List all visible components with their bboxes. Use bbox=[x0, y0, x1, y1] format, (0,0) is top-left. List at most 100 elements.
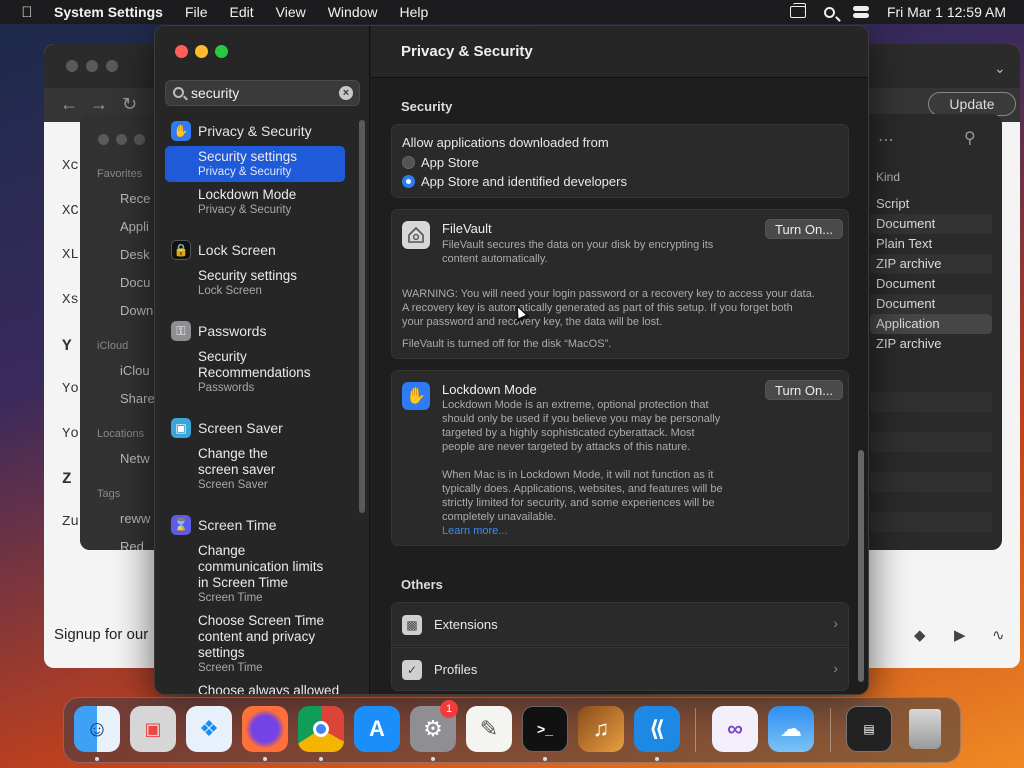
main-scrollbar-thumb[interactable] bbox=[858, 450, 864, 682]
spotlight-search-icon[interactable] bbox=[823, 6, 835, 18]
browser-zoom-dot[interactable] bbox=[106, 60, 118, 72]
visual-studio-icon[interactable]: ∞ bbox=[712, 706, 758, 752]
browser-close-dot[interactable] bbox=[66, 60, 78, 72]
finder-fav-item[interactable]: Down bbox=[120, 303, 153, 318]
radio-app-store-developers-label[interactable]: App Store and identified developers bbox=[421, 174, 627, 189]
sidebar-result-security-recommendations[interactable]: Security Recommendations Passwords bbox=[165, 346, 345, 398]
minimized-window-icon[interactable]: ▤ bbox=[846, 706, 892, 752]
kind-row[interactable]: ZIP archive bbox=[870, 334, 992, 354]
lockdown-turn-on-button[interactable]: Turn On... bbox=[765, 380, 844, 400]
rss-icon[interactable]: ∿ bbox=[992, 626, 1005, 644]
menubar-clock[interactable]: Fri Mar 1 12:59 AM bbox=[887, 4, 1006, 20]
sidebar-category-screen-time[interactable]: ⌛ Screen Time bbox=[171, 514, 277, 536]
kind-row[interactable]: Application bbox=[870, 314, 992, 334]
finder-close-dot[interactable] bbox=[98, 134, 109, 145]
sidebar-result-always-allowed[interactable]: Choose always allowed bbox=[165, 680, 345, 694]
vscode-icon[interactable]: ⟪ bbox=[634, 706, 680, 752]
update-button[interactable]: Update bbox=[928, 92, 1016, 116]
main-scrollbar[interactable] bbox=[858, 110, 864, 688]
kind-row[interactable]: ZIP archive bbox=[870, 254, 992, 274]
sidebar-category-lock-screen[interactable]: 🔒 Lock Screen bbox=[171, 239, 276, 261]
hourglass-icon: ⌛ bbox=[171, 515, 191, 535]
app-store-icon[interactable]: A bbox=[354, 706, 400, 752]
textedit-icon[interactable]: ✎ bbox=[466, 706, 512, 752]
menu-edit[interactable]: Edit bbox=[230, 4, 254, 20]
forward-arrow-icon[interactable]: → bbox=[90, 94, 108, 115]
finder-icloud-item[interactable]: Share bbox=[120, 391, 155, 406]
firefox-icon[interactable] bbox=[242, 706, 288, 752]
menu-app-name[interactable]: System Settings bbox=[54, 4, 163, 20]
search-icon bbox=[173, 87, 184, 98]
search-input[interactable] bbox=[191, 84, 331, 102]
apple-menu-icon[interactable]:  bbox=[18, 4, 36, 21]
sidebar-category-privacy-security[interactable]: ✋ Privacy & Security bbox=[171, 120, 312, 142]
finder-min-dot[interactable] bbox=[116, 134, 127, 145]
kind-row[interactable]: Script bbox=[870, 194, 992, 214]
clear-search-icon[interactable]: × bbox=[339, 86, 353, 100]
profiles-checkmark-icon: ✓ bbox=[402, 660, 422, 680]
trash-icon[interactable] bbox=[902, 706, 948, 752]
finder-icloud-item[interactable]: iClou bbox=[120, 363, 150, 378]
finder-tag-item[interactable]: Red bbox=[120, 539, 144, 550]
sidebar-category-label: Lock Screen bbox=[198, 242, 276, 258]
settings-search-field[interactable]: × bbox=[165, 80, 360, 106]
kind-row[interactable]: Document bbox=[870, 274, 992, 294]
finder-tag-item[interactable]: reww bbox=[120, 511, 150, 526]
kind-row[interactable]: Document bbox=[870, 214, 992, 234]
sidebar-result-lock-screen-security[interactable]: Security settings Lock Screen bbox=[165, 265, 345, 301]
sidebar-category-screen-saver[interactable]: ▣ Screen Saver bbox=[171, 417, 283, 439]
back-arrow-icon[interactable]: ← bbox=[60, 94, 78, 115]
extensions-row[interactable]: ▩ Extensions › bbox=[391, 602, 849, 646]
chevron-down-icon[interactable]: ⌄ bbox=[994, 60, 1006, 77]
sidebar-category-label: Screen Time bbox=[198, 517, 277, 533]
zoom-button[interactable] bbox=[215, 45, 228, 58]
finder-location-item[interactable]: Netw bbox=[120, 451, 150, 466]
sidebar-result-security-settings[interactable]: Security settings Privacy & Security bbox=[165, 146, 345, 182]
finder-search-icon[interactable]: ⚲ bbox=[964, 128, 976, 148]
menu-view[interactable]: View bbox=[276, 4, 306, 20]
kind-column-header[interactable]: Kind bbox=[870, 170, 1002, 184]
notification-badge: 1 bbox=[440, 700, 458, 718]
extensions-icon: ▩ bbox=[402, 615, 422, 635]
system-settings-icon[interactable]: ⚙ 1 bbox=[410, 700, 458, 752]
finder-favorites-header: Favorites bbox=[97, 168, 143, 180]
sidebar-category-passwords[interactable]: ⚿ Passwords bbox=[171, 320, 266, 342]
filevault-turn-on-button[interactable]: Turn On... bbox=[765, 219, 844, 239]
finder-zoom-dot[interactable] bbox=[134, 134, 145, 145]
kind-row[interactable]: Document bbox=[870, 294, 992, 314]
weather-icon[interactable]: ☁ bbox=[768, 706, 814, 752]
youtube-icon[interactable]: ▶ bbox=[954, 626, 966, 644]
menu-file[interactable]: File bbox=[185, 4, 208, 20]
sidebar-result-lockdown-mode[interactable]: Lockdown Mode Privacy & Security bbox=[165, 184, 345, 220]
menu-window[interactable]: Window bbox=[328, 4, 378, 20]
finder-more-icon[interactable]: ⋯ bbox=[878, 130, 894, 150]
safari-icon[interactable]: ❖ bbox=[186, 706, 232, 752]
control-center-icon[interactable] bbox=[852, 6, 869, 18]
finder-fav-item[interactable]: Rece bbox=[120, 191, 150, 206]
reload-icon[interactable]: ↻ bbox=[122, 94, 137, 115]
close-button[interactable] bbox=[175, 45, 188, 58]
window-switcher-icon[interactable] bbox=[789, 3, 806, 18]
finder-icon[interactable]: ☺ bbox=[74, 706, 120, 752]
sidebar-result-communication-limits[interactable]: Change communication limits in Screen Ti… bbox=[165, 540, 345, 608]
sidebar-scrollbar[interactable] bbox=[359, 120, 365, 513]
chrome-icon[interactable] bbox=[298, 706, 344, 752]
sidebar-result-content-privacy[interactable]: Choose Screen Time content and privacy s… bbox=[165, 610, 345, 678]
finder-fav-item[interactable]: Docu bbox=[120, 275, 150, 290]
minimize-button[interactable] bbox=[195, 45, 208, 58]
twitter-icon[interactable]: ◆ bbox=[914, 626, 926, 644]
terminal-icon[interactable]: >_ bbox=[522, 706, 568, 752]
menu-help[interactable]: Help bbox=[400, 4, 429, 20]
finder-fav-item[interactable]: Desk bbox=[120, 247, 150, 262]
kind-row[interactable]: Plain Text bbox=[870, 234, 992, 254]
radio-app-store[interactable] bbox=[402, 156, 415, 169]
guitar-app-icon[interactable]: ♫ bbox=[578, 706, 624, 752]
finder-fav-item[interactable]: Appli bbox=[120, 219, 149, 234]
radio-app-store-label[interactable]: App Store bbox=[421, 155, 479, 170]
browser-minimize-dot[interactable] bbox=[86, 60, 98, 72]
launchpad-icon[interactable]: ▣ bbox=[130, 706, 176, 752]
sidebar-result-change-screen-saver[interactable]: Change the screen saver Screen Saver bbox=[165, 443, 345, 495]
radio-app-store-developers[interactable] bbox=[402, 175, 415, 188]
profiles-row[interactable]: ✓ Profiles › bbox=[391, 647, 849, 691]
learn-more-link[interactable]: Learn more... bbox=[442, 524, 507, 538]
